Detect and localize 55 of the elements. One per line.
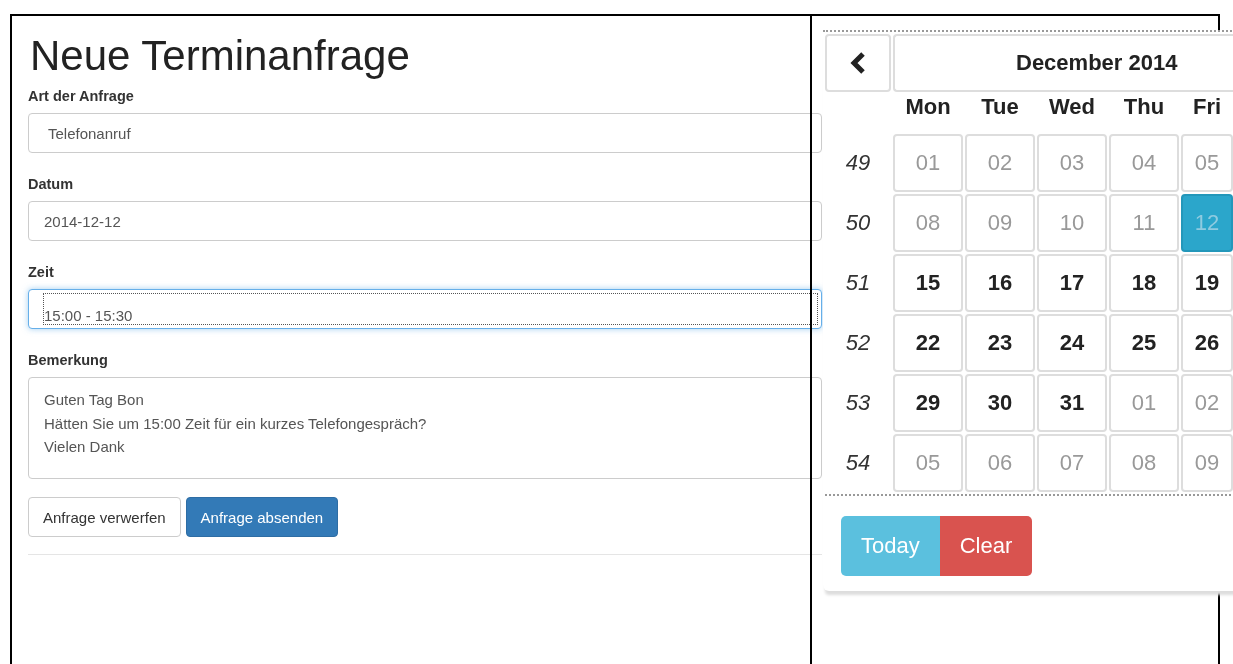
field-label: Bemerkung	[28, 351, 108, 370]
day-cell[interactable]: 22	[893, 314, 963, 372]
week-number: 50	[845, 210, 871, 236]
day-cell[interactable]: 03	[1037, 134, 1107, 192]
weekday-label: Tue	[981, 94, 1019, 121]
day-cell[interactable]: 08	[1109, 434, 1179, 492]
day-cell[interactable]: 04	[1109, 134, 1179, 192]
discard-button[interactable]: Anfrage verwerfen	[28, 497, 181, 537]
day-cell[interactable]: 30	[965, 374, 1035, 432]
chevron-left-icon	[850, 52, 866, 74]
page-title: Neue Terminanfrage	[30, 31, 411, 81]
day-cell[interactable]: 26	[1181, 314, 1233, 372]
day-cell[interactable]: 09	[1181, 434, 1233, 492]
day-cell[interactable]: 16	[965, 254, 1035, 312]
week-number: 53	[845, 390, 871, 416]
day-cell[interactable]: 25	[1109, 314, 1179, 372]
field-label: Zeit	[28, 263, 54, 282]
day-cell[interactable]: 02	[965, 134, 1035, 192]
day-cell[interactable]: 24	[1037, 314, 1107, 372]
day-cell[interactable]: 10	[1037, 194, 1107, 252]
day-cell[interactable]: 01	[1109, 374, 1179, 432]
remark-field[interactable]: Guten Tag Bon Hätten Sie um 15:00 Zeit für ein kurzes Telefongespräch? Vielen Dank	[28, 377, 822, 479]
day-cell[interactable]: 05	[1181, 134, 1233, 192]
previous-month-button[interactable]	[825, 34, 891, 92]
select-field[interactable]: Telefonanruf	[28, 113, 822, 153]
day-cell[interactable]: 17	[1037, 254, 1107, 312]
day-cell[interactable]: 07	[1037, 434, 1107, 492]
clear-button[interactable]: Clear	[939, 516, 1033, 576]
day-cell[interactable]: 08	[893, 194, 963, 252]
day-cell[interactable]: 06	[965, 434, 1035, 492]
weekday-label: Mon	[905, 94, 951, 121]
day-cell[interactable]: 29	[893, 374, 963, 432]
day-cell[interactable]: 09	[965, 194, 1035, 252]
field-label: Art der Anfrage	[28, 87, 134, 106]
weekday-label: Thu	[1123, 94, 1165, 121]
input-field[interactable]: 2014-12-12	[28, 201, 822, 241]
submit-button[interactable]: Anfrage absenden	[185, 497, 339, 537]
day-cell[interactable]: 19	[1181, 254, 1233, 312]
week-number: 54	[845, 450, 871, 476]
month-title[interactable]: December 2014	[893, 34, 1233, 92]
weekday-label: Wed	[1048, 94, 1095, 121]
select-field[interactable]: 15:00 - 15:30	[28, 289, 822, 329]
week-number: 49	[845, 150, 871, 176]
day-cell[interactable]: 31	[1037, 374, 1107, 432]
weekday-label: Fri	[1192, 94, 1222, 121]
day-cell[interactable]: 15	[893, 254, 963, 312]
week-number: 52	[845, 330, 871, 356]
day-cell[interactable]: 11	[1109, 194, 1179, 252]
day-cell[interactable]: 23	[965, 314, 1035, 372]
day-cell[interactable]: 02	[1181, 374, 1233, 432]
day-cell[interactable]: 05	[893, 434, 963, 492]
day-cell[interactable]: 01	[893, 134, 963, 192]
field-label: Datum	[28, 175, 74, 194]
week-number: 51	[845, 270, 871, 296]
day-cell[interactable]: 18	[1109, 254, 1179, 312]
